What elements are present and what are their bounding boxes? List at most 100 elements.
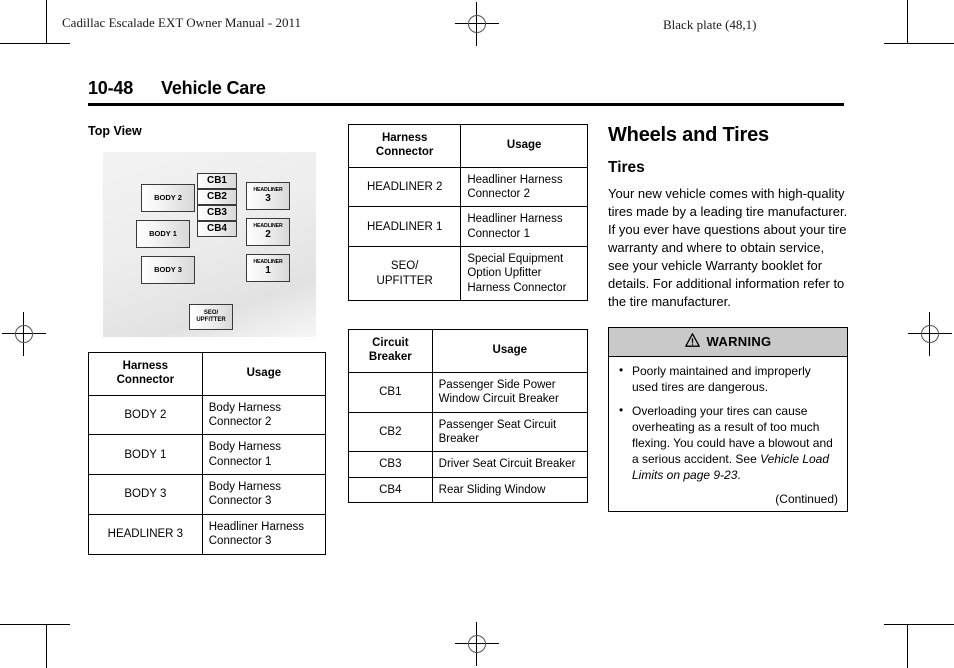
cell-connector: BODY 3 — [88, 474, 203, 515]
table-row: BODY 3 Body Harness Connector 3 — [88, 474, 327, 515]
harness-connector-table-left: Harness Connector Usage BODY 2 Body Harn… — [88, 352, 327, 555]
page-header: 10-48 Vehicle Care — [88, 78, 844, 106]
cell-usage: Body Harness Connector 3 — [201, 474, 327, 515]
diagram-box-body-2: BODY 2 — [141, 184, 195, 212]
cell-connector-line2: UPFITTER — [376, 274, 433, 287]
diagram-box-cb3-label: CB3 — [206, 207, 227, 219]
diagram-box-headliner-1-num: 1 — [265, 264, 271, 276]
diagram-box-seo-upfitter: SEO/ UPFITTER — [189, 304, 233, 330]
diagram-box-body-1-label: BODY 1 — [149, 228, 177, 238]
diagram-box-seo-line1: SEO/ — [203, 309, 219, 316]
diagram-box-headliner-1: HEADLINER 1 — [246, 254, 290, 282]
table-row: HEADLINER 3 Headliner Harness Connector … — [88, 513, 327, 555]
diagram-box-cb4: CB4 — [197, 221, 237, 237]
cell-usage: Passenger Side Power Window Circuit Brea… — [431, 371, 589, 413]
registration-mark-right — [908, 312, 952, 356]
cell-usage: Body Harness Connector 1 — [201, 434, 327, 476]
cell-breaker: CB2 — [348, 411, 433, 453]
table-header-row: Harness Connector Usage — [347, 124, 588, 168]
table-row: CB3 Driver Seat Circuit Breaker — [348, 451, 589, 478]
column-header-line2: Breaker — [368, 351, 412, 364]
warning-triangle-icon — [684, 332, 700, 350]
bullet-icon: • — [619, 403, 624, 418]
cell-connector-line1: SEO/ — [390, 260, 419, 273]
top-view-label: Top View — [88, 124, 142, 138]
table-row: HEADLINER 2 Headliner Harness Connector … — [347, 166, 588, 208]
cell-usage: Rear Sliding Window — [431, 476, 589, 504]
list-item: • Poorly maintained and improperly used … — [618, 362, 838, 396]
warning-title: WARNING — [706, 333, 772, 349]
cell-connector: HEADLINER 1 — [347, 206, 462, 248]
warning-box: WARNING • Poorly maintained and improper… — [608, 326, 848, 513]
registration-mark-top — [455, 2, 499, 46]
table-row: CB4 Rear Sliding Window — [348, 476, 589, 504]
diagram-box-seo-line2: UPFITTER — [196, 317, 226, 323]
table-header-row: Circuit Breaker Usage — [348, 329, 589, 373]
registration-mark-bottom — [455, 622, 499, 666]
cell-usage: Headliner Harness Connector 1 — [460, 206, 588, 248]
diagram-box-cb3: CB3 — [197, 205, 237, 221]
warning-box-body: • Poorly maintained and improperly used … — [609, 357, 847, 492]
warning-box-header: WARNING — [609, 327, 847, 357]
crop-mark-bottom-left-horizontal — [0, 624, 70, 625]
warning-item-text-after: . — [737, 468, 741, 483]
column-header-usage: Usage — [460, 124, 588, 168]
warning-list: • Poorly maintained and improperly used … — [618, 362, 838, 485]
cell-breaker: CB4 — [348, 476, 433, 504]
middle-column: Harness Connector Usage HEADLINER 2 Head… — [347, 124, 589, 504]
page-title-wheels-and-tires: Wheels and Tires — [608, 124, 769, 146]
fuse-block-diagram: BODY 2 BODY 1 BODY 3 CB1 CB2 CB3 CB4 HEA… — [103, 152, 316, 337]
circuit-breaker-table: Circuit Breaker Usage CB1 Passenger Side… — [348, 329, 589, 504]
manual-title: Cadillac Escalade EXT Owner Manual - 201… — [62, 15, 301, 30]
header-rule — [88, 103, 844, 106]
table-row: CB2 Passenger Seat Circuit Breaker — [348, 411, 589, 453]
cell-usage: Headliner Harness Connector 3 — [201, 513, 327, 555]
cell-usage: Headliner Harness Connector 2 — [460, 166, 588, 208]
cell-connector: HEADLINER 3 — [88, 513, 203, 555]
registration-mark-left — [2, 312, 46, 356]
bullet-icon: • — [619, 362, 624, 377]
list-item: • Overloading your tires can cause overh… — [618, 403, 838, 484]
harness-connector-table-middle: Harness Connector Usage HEADLINER 2 Head… — [347, 124, 588, 302]
column-header-harness-connector: Harness Connector — [347, 124, 462, 168]
column-header-line1: Harness — [122, 360, 169, 372]
diagram-box-cb1: CB1 — [197, 173, 237, 189]
diagram-box-cb2: CB2 — [197, 189, 237, 205]
cell-usage: Driver Seat Circuit Breaker — [431, 451, 589, 478]
column-header-usage: Usage — [431, 329, 589, 373]
table-row: HEADLINER 1 Headliner Harness Connector … — [347, 206, 588, 248]
diagram-box-headliner-2: HEADLINER 2 — [246, 218, 290, 246]
crop-mark-bottom-left-vertical — [46, 624, 47, 668]
cell-connector: SEO/ UPFITTER — [347, 246, 462, 302]
cell-breaker: CB1 — [348, 371, 433, 413]
crop-mark-bottom-right-horizontal — [884, 624, 954, 625]
crop-mark-top-right-horizontal — [884, 43, 954, 44]
column-header-usage: Usage — [201, 352, 327, 396]
column-header-line2: Connector — [116, 373, 175, 386]
table-row: CB1 Passenger Side Power Window Circuit … — [348, 371, 589, 413]
table-row: SEO/ UPFITTER Special Equipment Option U… — [347, 246, 588, 302]
table-row: BODY 1 Body Harness Connector 1 — [88, 434, 327, 476]
cell-connector: BODY 1 — [88, 434, 203, 476]
crop-mark-top-left-vertical — [46, 0, 47, 44]
warning-item-text: Poorly maintained and improperly used ti… — [632, 363, 811, 394]
cell-breaker: CB3 — [348, 451, 433, 478]
diagram-box-body-1: BODY 1 — [136, 220, 190, 248]
diagram-box-cb2-label: CB2 — [206, 191, 227, 203]
diagram-box-headliner-3: HEADLINER 3 — [246, 182, 290, 210]
diagram-box-headliner-2-num: 2 — [265, 228, 271, 240]
table-row: BODY 2 Body Harness Connector 2 — [88, 394, 327, 436]
column-header-line2: Connector — [375, 145, 434, 158]
tires-paragraph: Your new vehicle comes with high-quality… — [608, 186, 848, 309]
page-number: 10-48 — [88, 78, 134, 98]
diagram-box-body-3-label: BODY 3 — [154, 264, 182, 274]
cell-usage: Body Harness Connector 2 — [201, 394, 327, 436]
left-column: Top View BODY 2 BODY 1 BODY 3 CB1 CB2 CB… — [88, 124, 327, 555]
crop-mark-top-right-vertical — [907, 0, 908, 44]
black-plate-marker: Black plate (48,1) — [663, 17, 757, 32]
warning-continued-label: (Continued) — [775, 492, 838, 507]
diagram-box-body-3: BODY 3 — [141, 256, 195, 284]
column-header-harness-connector: Harness Connector — [88, 352, 203, 396]
subheading-tires: Tires — [608, 159, 645, 176]
right-column: Wheels and Tires Tires Your new vehicle … — [608, 124, 848, 513]
